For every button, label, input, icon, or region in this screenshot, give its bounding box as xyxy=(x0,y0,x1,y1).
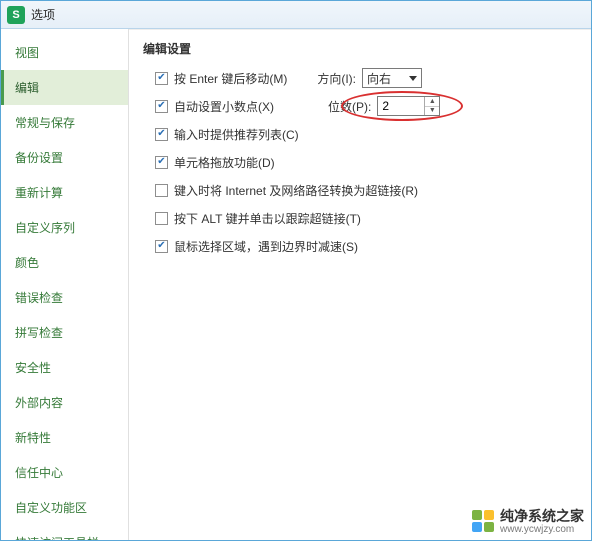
checkbox-auto-decimal[interactable] xyxy=(155,100,168,113)
sidebar-item-spell-check[interactable]: 拼写检查 xyxy=(1,315,128,350)
sidebar-item-external[interactable]: 外部内容 xyxy=(1,385,128,420)
sidebar-item-general-save[interactable]: 常规与保存 xyxy=(1,105,128,140)
label-edge-slowdown: 鼠标选择区域，遇到边界时减速(S) xyxy=(174,238,358,255)
main-panel: 编辑设置 按 Enter 键后移动(M) 方向(I): 向右 自动设置小数点(X… xyxy=(129,29,591,540)
sidebar-item-security[interactable]: 安全性 xyxy=(1,350,128,385)
titlebar: S 选项 xyxy=(1,1,591,29)
label-enter-move: 按 Enter 键后移动(M) xyxy=(174,70,287,87)
window-title: 选项 xyxy=(31,6,55,23)
label-suggest-list: 输入时提供推荐列表(C) xyxy=(174,126,299,143)
select-direction-value: 向右 xyxy=(367,70,391,87)
watermark-brand: 纯净系统之家 xyxy=(500,508,584,524)
label-cell-drag: 单元格拖放功能(D) xyxy=(174,154,275,171)
sidebar-item-color[interactable]: 颜色 xyxy=(1,245,128,280)
input-digits[interactable] xyxy=(378,97,424,115)
sidebar-item-quick-access[interactable]: 快速访问工具栏 xyxy=(1,525,128,540)
sidebar: 视图 编辑 常规与保存 备份设置 重新计算 自定义序列 颜色 错误检查 拼写检查… xyxy=(1,29,129,540)
label-auto-decimal: 自动设置小数点(X) xyxy=(174,98,274,115)
sidebar-item-backup[interactable]: 备份设置 xyxy=(1,140,128,175)
chevron-down-icon xyxy=(409,76,417,81)
watermark: 纯净系统之家 www.ycwjzy.com xyxy=(472,506,584,535)
checkbox-cell-drag[interactable] xyxy=(155,156,168,169)
app-icon: S xyxy=(7,6,25,24)
spinner-digits[interactable]: ▲ ▼ xyxy=(377,96,440,116)
sidebar-item-recalc[interactable]: 重新计算 xyxy=(1,175,128,210)
label-internet-hyperlink: 键入时将 Internet 及网络路径转换为超链接(R) xyxy=(174,182,418,199)
checkbox-enter-move[interactable] xyxy=(155,72,168,85)
sidebar-item-trust-center[interactable]: 信任中心 xyxy=(1,455,128,490)
label-direction: 方向(I): xyxy=(317,70,356,87)
spinner-down-icon[interactable]: ▼ xyxy=(425,106,439,116)
checkbox-edge-slowdown[interactable] xyxy=(155,240,168,253)
sidebar-item-custom-list[interactable]: 自定义序列 xyxy=(1,210,128,245)
checkbox-suggest-list[interactable] xyxy=(155,128,168,141)
watermark-url: www.ycwjzy.com xyxy=(500,524,584,535)
label-digits: 位数(P): xyxy=(328,98,371,115)
sidebar-item-error-check[interactable]: 错误检查 xyxy=(1,280,128,315)
sidebar-item-custom-ribbon[interactable]: 自定义功能区 xyxy=(1,490,128,525)
select-direction[interactable]: 向右 xyxy=(362,68,422,88)
sidebar-item-new-features[interactable]: 新特性 xyxy=(1,420,128,455)
section-title: 编辑设置 xyxy=(143,40,577,57)
checkbox-alt-click-link[interactable] xyxy=(155,212,168,225)
checkbox-internet-hyperlink[interactable] xyxy=(155,184,168,197)
sidebar-item-edit[interactable]: 编辑 xyxy=(1,70,128,105)
sidebar-item-view[interactable]: 视图 xyxy=(1,35,128,70)
spinner-up-icon[interactable]: ▲ xyxy=(425,97,439,106)
watermark-logo-icon xyxy=(472,510,494,532)
label-alt-click-link: 按下 ALT 键并单击以跟踪超链接(T) xyxy=(174,210,361,227)
